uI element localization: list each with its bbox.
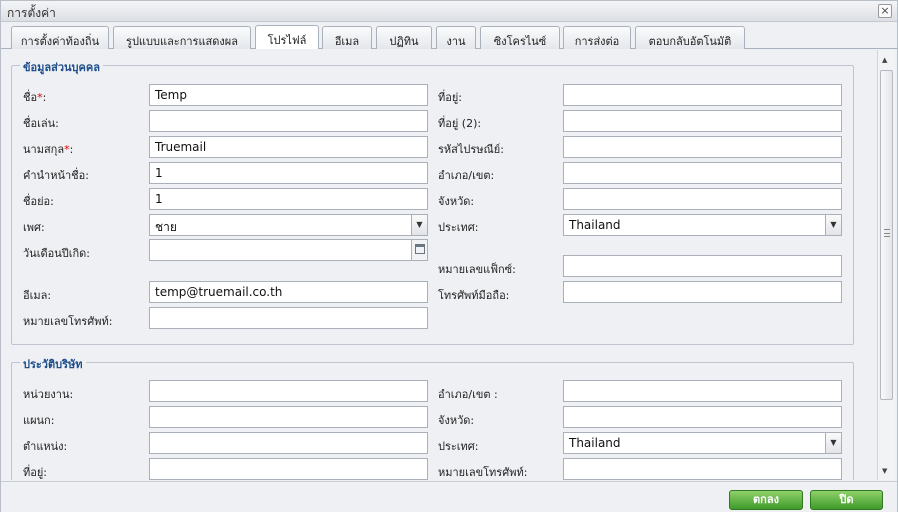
company-dept-label: แผนก: bbox=[23, 414, 55, 427]
company-address-label: ที่อยู่: bbox=[23, 466, 48, 479]
vertical-scrollbar[interactable]: ▲ ▼ bbox=[877, 50, 895, 480]
postal-code-label: รหัสไปรษณีย์: bbox=[438, 143, 504, 156]
last-name-field[interactable]: Truemail bbox=[149, 136, 428, 158]
email-label: อีเมล: bbox=[23, 289, 52, 302]
calendar-icon[interactable] bbox=[411, 240, 427, 260]
title-bar[interactable]: การตั้งค่า × bbox=[1, 1, 897, 22]
last-name-label: นามสกุล*: bbox=[23, 143, 74, 156]
prefix-label: คำนำหน้าชื่อ: bbox=[23, 169, 89, 182]
phone-label: หมายเลขโทรศัพท์: bbox=[23, 315, 113, 328]
abbrev-field[interactable]: 1 bbox=[149, 188, 428, 210]
chevron-down-icon[interactable]: ▼ bbox=[825, 433, 841, 453]
close-button[interactable]: ปิด bbox=[810, 490, 883, 510]
tab-autoreply[interactable]: ตอบกลับอัตโนมัติ bbox=[635, 26, 745, 49]
tab-tasks[interactable]: งาน bbox=[436, 26, 476, 49]
company-phone-label: หมายเลขโทรศัพท์: bbox=[438, 466, 528, 479]
abbrev-label: ชื่อย่อ: bbox=[23, 195, 54, 208]
gender-select[interactable]: ชาย ▼ bbox=[149, 214, 428, 236]
tab-profile[interactable]: โปรไฟล์ bbox=[255, 25, 319, 49]
arrow-down-icon[interactable]: ▼ bbox=[882, 467, 887, 475]
company-unit-label: หน่วยงาน: bbox=[23, 388, 74, 401]
gender-label: เพศ: bbox=[23, 221, 45, 234]
company-country-value: Thailand bbox=[569, 436, 621, 450]
company-unit-field[interactable] bbox=[149, 380, 428, 402]
company-position-field[interactable] bbox=[149, 432, 428, 454]
phone-field[interactable] bbox=[149, 307, 428, 329]
company-country-select[interactable]: Thailand ▼ bbox=[563, 432, 842, 454]
address-label: ที่อยู่: bbox=[438, 91, 463, 104]
district-label: อำเภอ/เขต: bbox=[438, 169, 495, 182]
address-field[interactable] bbox=[563, 84, 842, 106]
profile-panel: ข้อมูลส่วนบุคคล ชื่อ*: Temp ชื่อเล่น: นา… bbox=[3, 50, 877, 480]
company-info-legend: ประวัติบริษัท bbox=[20, 355, 86, 373]
province-label: จังหวัด: bbox=[438, 195, 475, 208]
tab-calendar[interactable]: ปฏิทิน bbox=[376, 26, 432, 49]
nickname-label: ชื่อเล่น: bbox=[23, 117, 59, 130]
district-field[interactable] bbox=[563, 162, 842, 184]
company-province-field[interactable] bbox=[563, 406, 842, 428]
arrow-up-icon[interactable]: ▲ bbox=[882, 56, 887, 64]
company-dept-field[interactable] bbox=[149, 406, 428, 428]
dialog-footer: ตกลง ปิด bbox=[1, 481, 897, 512]
fax-label: หมายเลขแฟ็กซ์: bbox=[438, 263, 516, 276]
first-name-field[interactable]: Temp bbox=[149, 84, 428, 106]
tab-forwarding[interactable]: การส่งต่อ bbox=[563, 26, 631, 49]
tab-email[interactable]: อีเมล bbox=[322, 26, 372, 49]
country-value: Thailand bbox=[569, 218, 621, 232]
mobile-label: โทรศัพท์มือถือ: bbox=[438, 289, 510, 302]
postal-code-field[interactable] bbox=[563, 136, 842, 158]
fax-field[interactable] bbox=[563, 255, 842, 277]
gender-value: ชาย bbox=[155, 220, 177, 234]
personal-info-legend: ข้อมูลส่วนบุคคล bbox=[20, 58, 103, 76]
province-field[interactable] bbox=[563, 188, 842, 210]
company-country-label: ประเทศ: bbox=[438, 440, 479, 453]
dialog-title: การตั้งค่า bbox=[7, 6, 56, 20]
close-icon[interactable]: × bbox=[878, 4, 892, 18]
tab-sync[interactable]: ซิงโครไนซ์ bbox=[480, 26, 560, 49]
nickname-field[interactable] bbox=[149, 110, 428, 132]
settings-dialog: การตั้งค่า × การตั้งค่าท้องถิ่น รูปแบบแล… bbox=[0, 0, 898, 512]
tab-appearance[interactable]: รูปแบบและการแสดงผล bbox=[113, 26, 251, 49]
mobile-field[interactable] bbox=[563, 281, 842, 303]
company-district-label: อำเภอ/เขต : bbox=[438, 388, 498, 401]
birthday-label: วันเดือนปีเกิด: bbox=[23, 247, 90, 260]
chevron-down-icon[interactable]: ▼ bbox=[825, 215, 841, 235]
ok-button[interactable]: ตกลง bbox=[729, 490, 803, 510]
country-select[interactable]: Thailand ▼ bbox=[563, 214, 842, 236]
tab-bar: การตั้งค่าท้องถิ่น รูปแบบและการแสดงผล โป… bbox=[1, 22, 897, 49]
company-province-label: จังหวัด: bbox=[438, 414, 475, 427]
prefix-field[interactable]: 1 bbox=[149, 162, 428, 184]
birthday-field[interactable] bbox=[149, 239, 428, 261]
company-phone-field[interactable] bbox=[563, 458, 842, 480]
chevron-down-icon[interactable]: ▼ bbox=[411, 215, 427, 235]
scrollbar-thumb[interactable] bbox=[880, 70, 893, 400]
tab-locale[interactable]: การตั้งค่าท้องถิ่น bbox=[11, 26, 109, 49]
first-name-label: ชื่อ*: bbox=[23, 91, 47, 104]
grip-icon bbox=[884, 229, 890, 237]
email-field[interactable]: temp@truemail.co.th bbox=[149, 281, 428, 303]
company-address-field[interactable] bbox=[149, 458, 428, 480]
company-position-label: ตำแหน่ง: bbox=[23, 440, 68, 453]
company-district-field[interactable] bbox=[563, 380, 842, 402]
address2-label: ที่อยู่ (2): bbox=[438, 117, 482, 130]
country-label: ประเทศ: bbox=[438, 221, 479, 234]
address2-field[interactable] bbox=[563, 110, 842, 132]
